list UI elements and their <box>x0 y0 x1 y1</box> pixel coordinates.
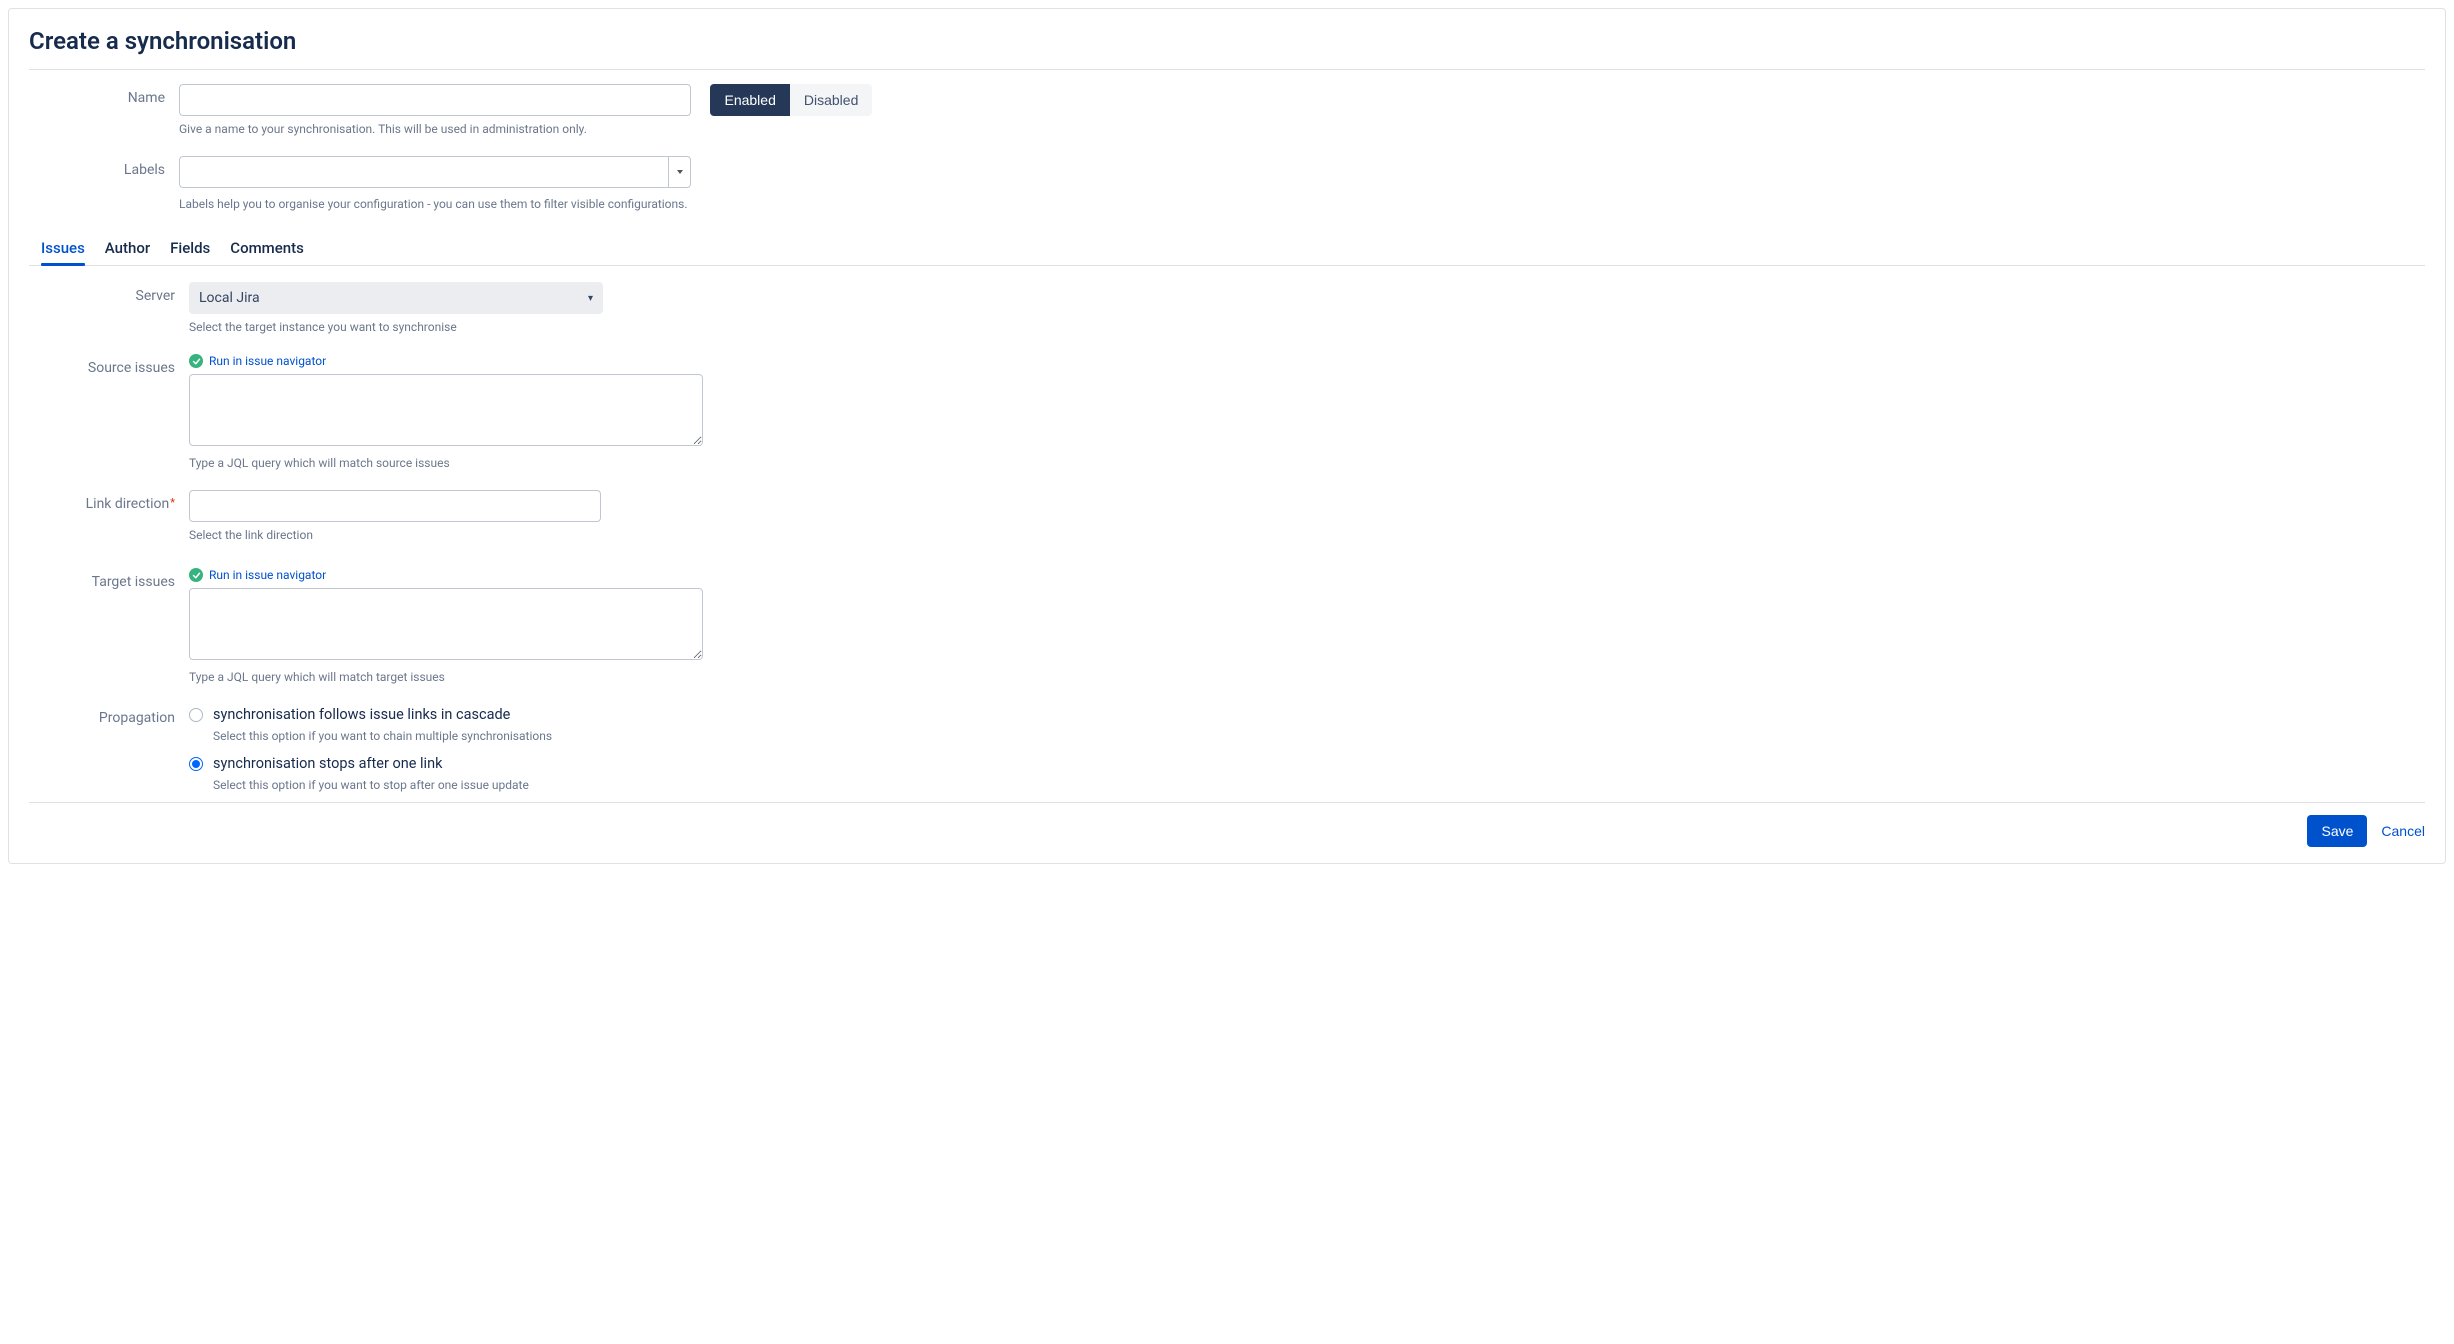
name-label: Name <box>29 84 179 106</box>
server-body: Local Jira ▾ Select the target instance … <box>189 282 2425 348</box>
enabled-button[interactable]: Enabled <box>710 84 789 116</box>
propagation-option-cascade[interactable]: synchronisation follows issue links in c… <box>189 706 2425 723</box>
target-help: Type a JQL query which will match target… <box>189 670 2425 684</box>
source-body: Run in issue navigator Type a JQL query … <box>189 354 2425 484</box>
target-run-navigator-link[interactable]: Run in issue navigator <box>209 568 326 582</box>
check-circle-icon <box>189 568 203 582</box>
row-target-issues: Target issues Run in issue navigator Typ… <box>39 568 2425 698</box>
chevron-down-icon <box>677 170 683 174</box>
labels-label: Labels <box>29 156 179 178</box>
disabled-button[interactable]: Disabled <box>790 84 872 116</box>
tabs-bar: Issues Author Fields Comments <box>29 233 2425 266</box>
tab-issues[interactable]: Issues <box>41 233 85 265</box>
source-label: Source issues <box>39 354 189 376</box>
required-indicator: * <box>170 496 175 509</box>
row-source-issues: Source issues Run in issue navigator Typ… <box>39 354 2425 484</box>
chevron-down-icon: ▾ <box>588 293 593 304</box>
create-synchronisation-page: Create a synchronisation Name Enabled Di… <box>8 8 2446 864</box>
row-name: Name Enabled Disabled Give a name to you… <box>29 84 2425 150</box>
propagation-label: Propagation <box>39 704 189 726</box>
name-help: Give a name to your synchronisation. Thi… <box>179 122 2425 136</box>
propagation-cascade-help: Select this option if you want to chain … <box>213 729 2425 743</box>
radio-unchecked-icon[interactable] <box>189 708 203 722</box>
server-label: Server <box>39 282 189 304</box>
top-form: Name Enabled Disabled Give a name to you… <box>29 70 2425 225</box>
form-footer: Save Cancel <box>29 802 2425 847</box>
source-jql-textarea[interactable] <box>189 374 703 446</box>
target-jql-textarea[interactable] <box>189 588 703 660</box>
target-label: Target issues <box>39 568 189 590</box>
propagation-cascade-label: synchronisation follows issue links in c… <box>213 706 510 723</box>
link-direction-label: Link direction* <box>39 490 189 512</box>
propagation-stop-help: Select this option if you want to stop a… <box>213 778 2425 792</box>
tab-author[interactable]: Author <box>105 233 150 265</box>
source-run-navigator-link[interactable]: Run in issue navigator <box>209 354 326 368</box>
row-labels: Labels Labels help you to organise your … <box>29 156 2425 225</box>
labels-body: Labels help you to organise your configu… <box>179 156 2425 225</box>
status-toggle: Enabled Disabled <box>710 84 872 116</box>
save-button[interactable]: Save <box>2307 815 2367 847</box>
labels-combobox[interactable] <box>179 156 691 188</box>
server-value: Local Jira <box>199 290 260 306</box>
row-link-direction: Link direction* Select the link directio… <box>39 490 2425 562</box>
target-nav-line: Run in issue navigator <box>189 568 2425 582</box>
server-select[interactable]: Local Jira ▾ <box>189 282 603 314</box>
issues-tab-content: Server Local Jira ▾ Select the target in… <box>29 266 2425 796</box>
name-input[interactable] <box>179 84 691 116</box>
link-direction-help: Select the link direction <box>189 528 2425 542</box>
check-circle-icon <box>189 354 203 368</box>
link-direction-input[interactable] <box>189 490 601 522</box>
cancel-button[interactable]: Cancel <box>2381 823 2425 839</box>
propagation-body: synchronisation follows issue links in c… <box>189 704 2425 796</box>
link-direction-body: Select the link direction <box>189 490 2425 562</box>
labels-help: Labels help you to organise your configu… <box>179 197 2425 211</box>
source-nav-line: Run in issue navigator <box>189 354 2425 368</box>
tab-comments[interactable]: Comments <box>230 233 304 265</box>
source-help: Type a JQL query which will match source… <box>189 456 2425 470</box>
tab-fields[interactable]: Fields <box>170 233 210 265</box>
labels-dropdown-toggle[interactable] <box>668 157 690 187</box>
radio-checked-icon[interactable] <box>189 757 203 771</box>
name-body: Enabled Disabled Give a name to your syn… <box>179 84 2425 150</box>
page-title: Create a synchronisation <box>29 23 2425 69</box>
labels-combobox-body[interactable] <box>180 157 668 187</box>
row-propagation: Propagation synchronisation follows issu… <box>39 704 2425 796</box>
server-help: Select the target instance you want to s… <box>189 320 2425 334</box>
propagation-stop-label: synchronisation stops after one link <box>213 755 442 772</box>
target-body: Run in issue navigator Type a JQL query … <box>189 568 2425 698</box>
row-server: Server Local Jira ▾ Select the target in… <box>39 282 2425 348</box>
propagation-option-stop[interactable]: synchronisation stops after one link <box>189 755 2425 772</box>
